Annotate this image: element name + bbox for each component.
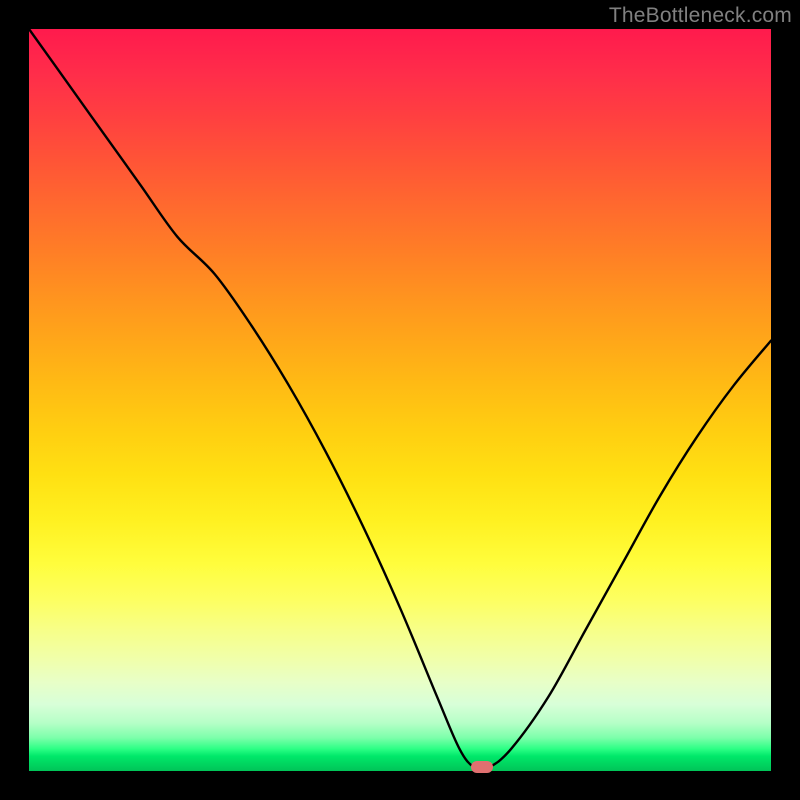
bottleneck-curve — [29, 29, 771, 771]
chart-frame: TheBottleneck.com — [0, 0, 800, 800]
optimal-marker — [471, 761, 493, 773]
plot-area — [29, 29, 771, 771]
watermark-text: TheBottleneck.com — [609, 4, 792, 28]
